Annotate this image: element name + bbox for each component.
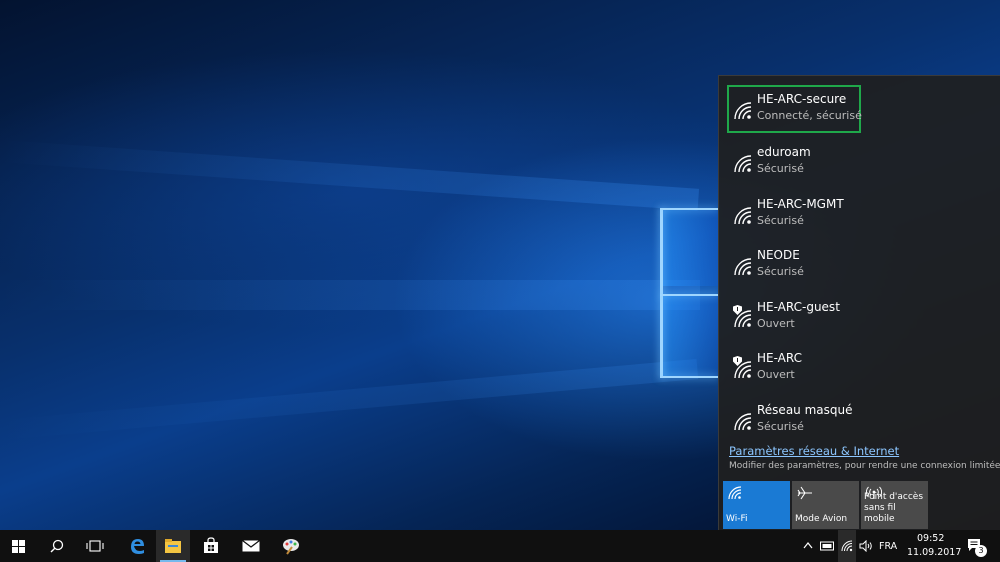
- clock-date: 11.09.2017: [907, 547, 962, 558]
- network-status: Sécurisé: [757, 265, 804, 278]
- network-item-hidden[interactable]: Réseau masqué Sécurisé: [727, 396, 993, 444]
- wifi-tray-icon: [841, 540, 853, 552]
- wifi-signal-icon: [734, 258, 752, 276]
- tray-app-button[interactable]: [818, 530, 836, 562]
- network-flyout: HE-ARC-secure Connecté, sécurisé eduroam…: [718, 75, 1000, 531]
- network-ssid: HE-ARC: [757, 351, 802, 365]
- wifi-icon: [728, 486, 742, 500]
- network-item-he-arc[interactable]: HE-ARC Ouvert: [727, 344, 993, 392]
- speaker-icon: [859, 540, 872, 552]
- network-status: Ouvert: [757, 368, 795, 381]
- clock-time: 09:52: [917, 533, 945, 544]
- airplane-mode-tile[interactable]: Mode Avion: [792, 481, 859, 529]
- network-item-he-arc-secure[interactable]: HE-ARC-secure Connecté, sécurisé: [727, 85, 862, 133]
- paint-button[interactable]: [274, 530, 308, 562]
- network-item-eduroam[interactable]: eduroam Sécurisé: [727, 138, 993, 186]
- network-item-he-arc-guest[interactable]: HE-ARC-guest Ouvert: [727, 293, 993, 341]
- start-button[interactable]: [0, 530, 36, 562]
- wifi-signal-icon: [734, 207, 752, 225]
- network-ssid: HE-ARC-secure: [757, 92, 847, 106]
- tile-label: Mode Avion: [795, 514, 848, 524]
- tile-label: Wi-Fi: [726, 514, 748, 524]
- edge-icon: [131, 539, 144, 554]
- network-settings-description: Modifier des paramètres, pour rendre une…: [729, 461, 1000, 471]
- show-hidden-icons-button[interactable]: [800, 530, 816, 562]
- store-icon: [204, 537, 218, 553]
- airplane-icon: [797, 486, 812, 500]
- clock-button[interactable]: 09:52 11.09.2017: [902, 530, 962, 562]
- network-status: Ouvert: [757, 317, 795, 330]
- network-ssid: NEODE: [757, 248, 800, 262]
- file-explorer-icon: [165, 539, 181, 553]
- input-language-indicator[interactable]: FRA: [879, 541, 897, 552]
- network-item-neode[interactable]: NEODE Sécurisé: [727, 241, 993, 289]
- network-item-he-arc-mgmt[interactable]: HE-ARC-MGMT Sécurisé: [727, 190, 993, 238]
- chevron-up-icon: [803, 542, 813, 549]
- wifi-signal-icon: [734, 155, 752, 173]
- task-view-icon: [86, 540, 104, 552]
- volume-tray-button[interactable]: [857, 530, 875, 562]
- wifi-signal-icon: [734, 413, 752, 431]
- network-ssid: Réseau masqué: [757, 403, 853, 417]
- taskbar: FRA 09:52 11.09.2017 3: [0, 530, 1000, 562]
- wifi-toggle-tile[interactable]: Wi-Fi: [723, 481, 790, 529]
- notification-count-badge: 3: [975, 545, 987, 557]
- search-button[interactable]: [40, 530, 74, 562]
- network-status: Sécurisé: [757, 214, 804, 227]
- windows-logo-icon: [12, 540, 25, 553]
- action-center-button[interactable]: 3: [962, 530, 994, 562]
- store-button[interactable]: [194, 530, 228, 562]
- mobile-hotspot-tile[interactable]: Point d'accès sans fil mobile: [861, 481, 928, 529]
- wifi-signal-icon: [734, 102, 752, 120]
- network-status: Sécurisé: [757, 420, 804, 433]
- network-status: Connecté, sécurisé: [757, 109, 862, 122]
- network-ssid: eduroam: [757, 145, 811, 159]
- network-ssid: HE-ARC-MGMT: [757, 197, 844, 211]
- network-settings-link[interactable]: Paramètres réseau & Internet: [729, 444, 899, 458]
- paint-icon: [283, 539, 299, 555]
- device-icon: [820, 541, 834, 551]
- network-status: Sécurisé: [757, 162, 804, 175]
- network-ssid: HE-ARC-guest: [757, 300, 840, 314]
- tile-label: Point d'accès sans fil mobile: [864, 492, 924, 524]
- mail-button[interactable]: [234, 530, 268, 562]
- task-view-button[interactable]: [78, 530, 112, 562]
- file-explorer-button[interactable]: [156, 530, 190, 562]
- edge-button[interactable]: [120, 530, 154, 562]
- search-icon: [50, 539, 64, 553]
- mail-icon: [242, 540, 260, 552]
- network-tray-button[interactable]: [838, 530, 856, 562]
